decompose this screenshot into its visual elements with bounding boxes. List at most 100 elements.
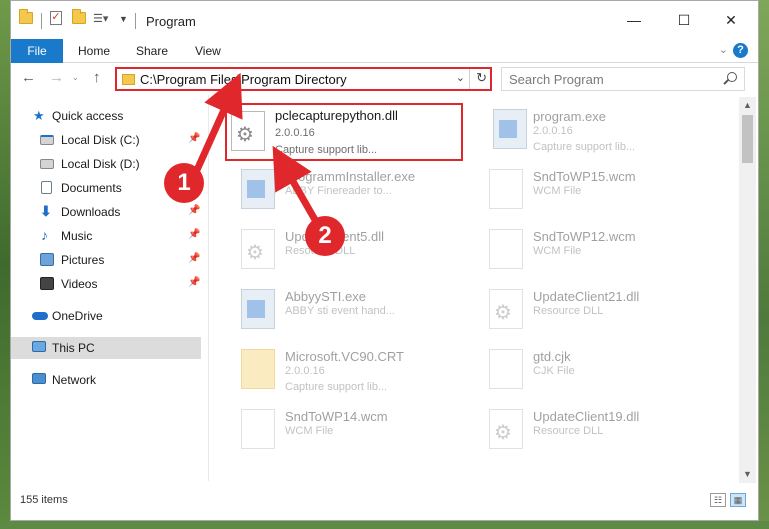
pane-splitter[interactable] <box>208 95 209 481</box>
tab-share[interactable]: Share <box>136 39 168 63</box>
maximize-button[interactable]: ☐ <box>661 1 707 39</box>
file-name: gtd.cjk <box>533 349 571 364</box>
scroll-up-icon[interactable]: ▲ <box>739 97 756 114</box>
up-arrow-icon[interactable]: ↑ <box>93 69 101 86</box>
file-name: SndToWP15.wcm <box>533 169 636 184</box>
file-name: ProgrammInstaller.exe <box>285 169 416 184</box>
sidebar-item-this-pc[interactable]: This PC <box>11 337 201 359</box>
back-arrow-icon[interactable]: ← <box>21 69 36 86</box>
customize-quick-access-icon[interactable]: ▼ <box>119 14 128 24</box>
drive-icon <box>40 135 54 145</box>
minimize-button[interactable]: — <box>611 1 657 39</box>
file-item[interactable]: program.exe 2.0.0.16 Capture support lib… <box>473 101 713 159</box>
tab-file[interactable]: File <box>11 39 63 63</box>
this-pc-icon <box>32 341 46 352</box>
file-item-pclecapturepython-dll[interactable]: pclecapturepython.dll 2.0.0.16 Capture s… <box>225 103 463 161</box>
scroll-thumb[interactable] <box>742 115 753 163</box>
sidebar-item-label: Network <box>52 373 97 387</box>
pin-icon: 📌 <box>188 229 201 240</box>
dll-file-icon <box>489 409 523 449</box>
sidebar-item-label: Local Disk (D:) <box>61 157 140 171</box>
desktop-background-right <box>759 0 769 529</box>
pin-icon: 📌 <box>188 205 201 216</box>
sidebar-item-label: Downloads <box>61 205 121 219</box>
file-item[interactable]: SndToWP15.wcm WCM File <box>469 161 709 219</box>
file-item[interactable]: ProgrammInstaller.exe ABBY Finereader to… <box>221 161 461 219</box>
toolbar-separator <box>135 13 136 29</box>
star-icon: ★ <box>33 108 45 123</box>
file-item[interactable]: SndToWP14.wcm WCM File <box>221 401 461 459</box>
address-dropdown-icon[interactable]: ⌄ <box>456 71 465 84</box>
scroll-down-icon[interactable]: ▼ <box>739 466 756 483</box>
large-icons-view-icon[interactable]: ▦ <box>730 493 746 507</box>
documents-icon <box>41 181 52 194</box>
address-path[interactable]: C:\Program Files\Program Directory <box>140 72 347 87</box>
vertical-scrollbar[interactable]: ▲ ▼ <box>739 97 756 483</box>
file-name: pclecapturepython.dll <box>275 108 398 123</box>
file-name: SndToWP12.wcm <box>533 229 636 244</box>
help-icon[interactable]: ? <box>733 43 748 58</box>
sidebar-item-music[interactable]: ♪ Music 📌 <box>11 225 201 247</box>
tab-view[interactable]: View <box>195 39 221 63</box>
address-bar[interactable]: C:\Program Files\Program Directory ⌄ ↻ <box>115 67 492 91</box>
network-icon <box>32 373 46 384</box>
drive-icon <box>40 159 54 169</box>
ribbon-tabs: File Home Share View ⌄ ? <box>11 39 758 63</box>
pin-icon: 📌 <box>188 253 201 264</box>
file-item[interactable]: gtd.cjk CJK File <box>469 341 709 399</box>
new-folder-icon[interactable] <box>72 9 86 24</box>
search-icon[interactable] <box>727 72 737 82</box>
sidebar-item-videos[interactable]: Videos 📌 <box>11 273 201 295</box>
desktop-background-bottom <box>0 521 769 529</box>
recent-locations-icon[interactable]: ⌄ <box>72 73 79 82</box>
cjk-file-icon <box>489 349 523 389</box>
file-name: UpdateClient21.dll <box>533 289 640 304</box>
pictures-icon <box>40 253 54 266</box>
file-name: AbbyySTI.exe <box>285 289 366 304</box>
sidebar-item-quick-access[interactable]: ★ Quick access <box>11 105 201 127</box>
dll-file-icon <box>489 289 523 329</box>
videos-icon <box>40 277 54 290</box>
dll-file-icon <box>231 111 265 151</box>
search-input[interactable]: Search Program <box>509 72 604 87</box>
tab-home[interactable]: Home <box>78 39 110 63</box>
music-icon: ♪ <box>41 227 48 243</box>
file-item[interactable]: UpdateClient19.dll Resource DLL <box>469 401 709 459</box>
downloads-icon: ⬇ <box>40 203 52 219</box>
details-view-icon[interactable]: ☷ <box>710 493 726 507</box>
file-description: ABBY sti event hand... <box>285 305 395 317</box>
step-badge-2: 2 <box>305 216 345 256</box>
refresh-icon[interactable]: ↻ <box>476 70 487 86</box>
status-bar: 155 items ☷ ▦ <box>11 490 758 512</box>
dll-file-icon <box>241 229 275 269</box>
close-button[interactable]: ✕ <box>708 1 754 39</box>
sidebar-item-label: Videos <box>61 277 98 291</box>
toolbar-separator <box>41 13 42 29</box>
folder-icon <box>19 9 33 24</box>
file-item[interactable]: AbbyySTI.exe ABBY sti event hand... <box>221 281 461 339</box>
sidebar-item-network[interactable]: Network <box>11 369 201 391</box>
wcm-file-icon <box>489 229 523 269</box>
file-item[interactable]: SndToWP12.wcm WCM File <box>469 221 709 279</box>
forward-arrow-icon[interactable]: → <box>49 69 64 86</box>
properties-icon[interactable]: ☰▾ <box>93 12 109 25</box>
file-description: Capture support lib... <box>533 141 636 153</box>
folder-icon <box>241 349 275 389</box>
sidebar-item-downloads[interactable]: ⬇ Downloads 📌 <box>11 201 201 223</box>
file-description: WCM File <box>533 185 582 197</box>
sidebar-item-local-disk-c[interactable]: Local Disk (C:) 📌 <box>11 129 201 151</box>
sidebar-item-onedrive[interactable]: OneDrive <box>11 305 201 327</box>
properties-check-icon[interactable]: ✓ <box>50 11 62 25</box>
sidebar-item-pictures[interactable]: Pictures 📌 <box>11 249 201 271</box>
wcm-file-icon <box>241 409 275 449</box>
step-badge-1: 1 <box>164 163 204 203</box>
search-box[interactable]: Search Program <box>501 67 745 91</box>
item-count: 155 items <box>20 494 68 506</box>
sidebar-item-label: Music <box>61 229 93 243</box>
file-item[interactable]: Microsoft.VC90.CRT 2.0.0.16 Capture supp… <box>221 341 461 399</box>
expand-ribbon-icon[interactable]: ⌄ <box>719 43 728 56</box>
sidebar-item-label: This PC <box>52 341 95 355</box>
sidebar-item-label: Local Disk (C:) <box>61 133 140 147</box>
file-item[interactable]: UpdateClient21.dll Resource DLL <box>469 281 709 339</box>
address-divider <box>469 69 470 89</box>
